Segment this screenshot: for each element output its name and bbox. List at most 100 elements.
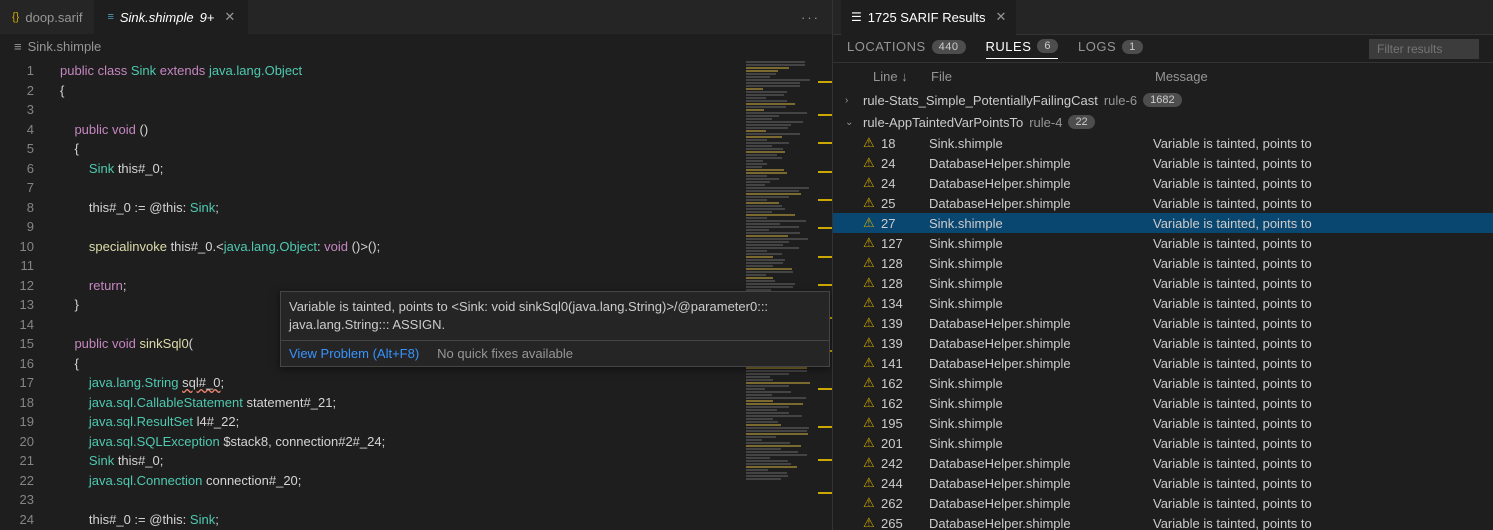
warning-icon: ⚠ [863,475,881,491]
result-row[interactable]: ⚠262DatabaseHelper.shimpleVariable is ta… [833,493,1493,513]
view-tab-logs[interactable]: LOGS1 [1078,39,1143,58]
warning-icon: ⚠ [863,295,881,311]
warning-icon: ⚠ [863,415,881,431]
result-row[interactable]: ⚠127Sink.shimpleVariable is tainted, poi… [833,233,1493,253]
message: Variable is tainted, points to [1153,236,1312,251]
result-row[interactable]: ⚠18Sink.shimpleVariable is tainted, poin… [833,133,1493,153]
line-number: 162 [881,376,929,391]
line-number: 18 [881,136,929,151]
message: Variable is tainted, points to [1153,496,1312,511]
line-number: 25 [881,196,929,211]
line-number: 244 [881,476,929,491]
dirty-indicator: 9+ [200,10,215,25]
editor-tab[interactable]: {}doop.sarif [0,0,95,35]
file-name: DatabaseHelper.shimple [929,176,1153,191]
count-badge: 6 [1037,39,1058,53]
count-badge: 440 [932,40,966,54]
close-icon[interactable]: ✕ [996,9,1007,25]
result-row[interactable]: ⚠25DatabaseHelper.shimpleVariable is tai… [833,193,1493,213]
file-icon: {} [12,11,19,23]
view-tab-locations[interactable]: LOCATIONS 440 [847,39,966,58]
column-headers: Line ↓ File Message [833,63,1493,89]
group-label: rule-Stats_Simple_PotentiallyFailingCast [863,93,1098,108]
tab-label: RULES [986,39,1032,54]
panel-tab-sarif[interactable]: ☰ 1725 SARIF Results ✕ [841,0,1016,35]
file-name: DatabaseHelper.shimple [929,356,1153,371]
message: Variable is tainted, points to [1153,156,1312,171]
view-tab-rules[interactable]: RULES 6 [986,39,1058,59]
warning-icon: ⚠ [863,495,881,511]
file-name: DatabaseHelper.shimple [929,496,1153,511]
breadcrumb[interactable]: ≡ Sink.shimple [0,35,832,57]
close-icon[interactable]: ✕ [224,9,235,25]
warning-icon: ⚠ [863,435,881,451]
result-row[interactable]: ⚠134Sink.shimpleVariable is tainted, poi… [833,293,1493,313]
file-name: Sink.shimple [929,236,1153,251]
message: Variable is tainted, points to [1153,216,1312,231]
line-number: 195 [881,416,929,431]
tab-label: Sink.shimple [120,10,194,25]
tab-overflow-button[interactable]: ··· [789,10,832,25]
warning-icon: ⚠ [863,375,881,391]
col-file[interactable]: File [931,69,1155,84]
rule-group[interactable]: ⌄rule-AppTaintedVarPointsTo rule-4 22 [833,111,1493,133]
warning-icon: ⚠ [863,175,881,191]
result-row[interactable]: ⚠24DatabaseHelper.shimpleVariable is tai… [833,173,1493,193]
result-row[interactable]: ⚠139DatabaseHelper.shimpleVariable is ta… [833,333,1493,353]
rule-group[interactable]: ›rule-Stats_Simple_PotentiallyFailingCas… [833,89,1493,111]
line-number: 265 [881,516,929,530]
result-row[interactable]: ⚠244DatabaseHelper.shimpleVariable is ta… [833,473,1493,493]
result-row[interactable]: ⚠162Sink.shimpleVariable is tainted, poi… [833,373,1493,393]
result-row[interactable]: ⚠162Sink.shimpleVariable is tainted, poi… [833,393,1493,413]
result-rows[interactable]: ›rule-Stats_Simple_PotentiallyFailingCas… [833,89,1493,530]
col-line[interactable]: Line ↓ [873,69,931,84]
chevron-down-icon: ⌄ [845,117,857,128]
view-problem-link[interactable]: View Problem (Alt+F8) [289,346,419,361]
rule-id: rule-6 [1104,93,1137,108]
code-editor[interactable]: 123456789101112131415161718192021222324 … [0,57,832,530]
result-row[interactable]: ⚠27Sink.shimpleVariable is tainted, poin… [833,213,1493,233]
line-number: 24 [881,176,929,191]
line-number: 128 [881,256,929,271]
editor-tab-bar: {}doop.sarif≡Sink.shimple9+✕··· [0,0,832,35]
warning-icon: ⚠ [863,215,881,231]
col-message[interactable]: Message [1155,69,1208,84]
result-row[interactable]: ⚠141DatabaseHelper.shimpleVariable is ta… [833,353,1493,373]
result-row[interactable]: ⚠195Sink.shimpleVariable is tainted, poi… [833,413,1493,433]
line-number: 128 [881,276,929,291]
result-row[interactable]: ⚠201Sink.shimpleVariable is tainted, poi… [833,433,1493,453]
line-number: 134 [881,296,929,311]
result-row[interactable]: ⚠24DatabaseHelper.shimpleVariable is tai… [833,153,1493,173]
file-name: Sink.shimple [929,396,1153,411]
sarif-panel: ☰ 1725 SARIF Results ✕ LOCATIONS 440 RULES… [833,0,1493,530]
result-row[interactable]: ⚠139DatabaseHelper.shimpleVariable is ta… [833,313,1493,333]
result-row[interactable]: ⚠242DatabaseHelper.shimpleVariable is ta… [833,453,1493,473]
message: Variable is tainted, points to [1153,176,1312,191]
warning-icon: ⚠ [863,455,881,471]
file-name: DatabaseHelper.shimple [929,336,1153,351]
tab-label: LOCATIONS [847,39,926,54]
line-number: 242 [881,456,929,471]
message: Variable is tainted, points to [1153,416,1312,431]
filter-input[interactable] [1369,39,1479,59]
warning-icon: ⚠ [863,235,881,251]
editor-tab[interactable]: ≡Sink.shimple9+✕ [95,0,248,35]
warning-icon: ⚠ [863,355,881,371]
result-row[interactable]: ⚠265DatabaseHelper.shimpleVariable is ta… [833,513,1493,530]
result-row[interactable]: ⚠128Sink.shimpleVariable is tainted, poi… [833,273,1493,293]
warning-icon: ⚠ [863,135,881,151]
message: Variable is tainted, points to [1153,276,1312,291]
file-name: DatabaseHelper.shimple [929,476,1153,491]
hover-message: Variable is tainted, points to <Sink: vo… [281,292,829,341]
count-badge: 1682 [1143,93,1181,107]
file-name: Sink.shimple [929,416,1153,431]
file-name: Sink.shimple [929,136,1153,151]
file-icon: ≡ [14,39,22,54]
result-row[interactable]: ⚠128Sink.shimpleVariable is tainted, poi… [833,253,1493,273]
file-name: DatabaseHelper.shimple [929,456,1153,471]
message: Variable is tainted, points to [1153,136,1312,151]
line-number: 27 [881,216,929,231]
warning-icon: ⚠ [863,275,881,291]
line-number: 139 [881,336,929,351]
file-name: Sink.shimple [929,296,1153,311]
